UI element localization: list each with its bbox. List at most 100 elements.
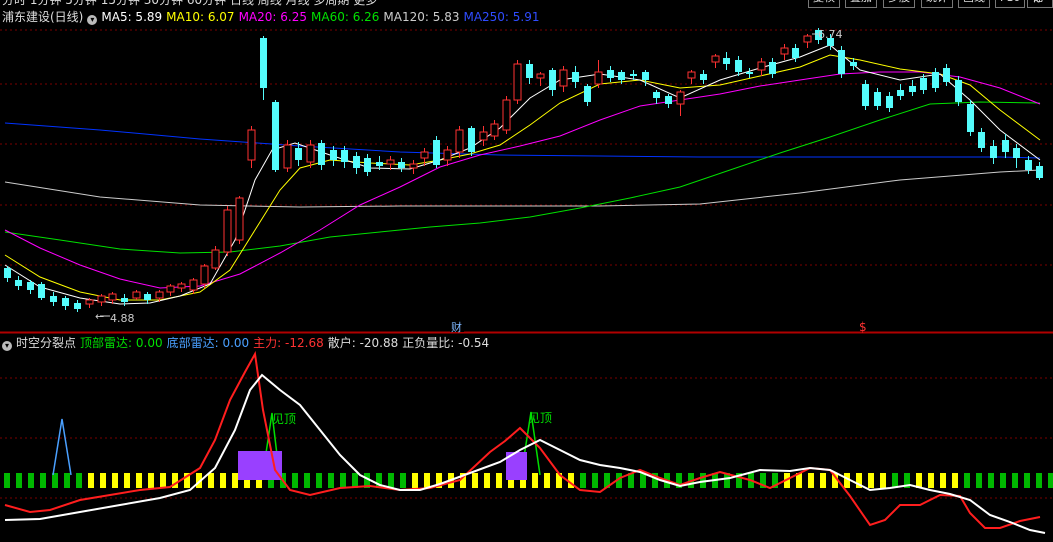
candle-body [642, 72, 649, 80]
candle-body [838, 50, 845, 74]
signal-bar [76, 473, 82, 488]
candle-body [306, 144, 315, 163]
ma60-line [4, 101, 1041, 254]
candle-body [4, 268, 11, 278]
candle-body [653, 92, 660, 98]
candle-body [38, 284, 45, 298]
grid-lines [0, 29, 1053, 499]
signal-bar [208, 473, 214, 488]
candle-body [676, 91, 685, 105]
candle-body [200, 265, 209, 285]
candle-body [862, 84, 869, 106]
signal-bar [940, 473, 946, 488]
ma10-line [4, 54, 1041, 301]
signal-bar [964, 473, 970, 488]
candle-body [711, 55, 720, 63]
candle-body [584, 86, 591, 102]
candle-body [409, 163, 418, 169]
signal-bar [928, 473, 934, 488]
ma120-line [4, 169, 1041, 208]
signal-bar [292, 473, 298, 488]
candle-body [479, 131, 488, 141]
signal-bar [100, 473, 106, 488]
candle-body [665, 96, 672, 104]
candle-body [247, 129, 256, 161]
signal-bar [220, 473, 226, 488]
signal-bar [88, 473, 94, 488]
candle-body [235, 197, 244, 241]
candle-body [572, 72, 579, 82]
candle-body [272, 102, 279, 170]
signal-bar [352, 473, 358, 488]
candle-body [1002, 140, 1009, 152]
candle-body [27, 282, 34, 290]
candle-body [50, 296, 57, 302]
signal-bar [232, 473, 238, 488]
low-arrow: ← [95, 310, 104, 323]
signal-bar [340, 473, 346, 488]
candle-body [909, 86, 916, 92]
signal-bar [1048, 473, 1053, 488]
candle-body [283, 144, 292, 169]
candlesticks [4, 28, 1043, 312]
signal-bar [304, 473, 310, 488]
signal-bar [544, 473, 550, 488]
signal-bar [1036, 473, 1042, 488]
signal-bar [52, 473, 58, 488]
signal-bar [328, 473, 334, 488]
candle-body [318, 143, 325, 165]
candle-body [1013, 148, 1020, 158]
candle-body [874, 92, 881, 106]
candle-body [513, 63, 522, 101]
signal-bar [160, 473, 166, 488]
candle-body [398, 162, 405, 168]
candle-body [121, 298, 128, 302]
signal-bar [16, 473, 22, 488]
signal-bar [592, 473, 598, 488]
signal-bar [892, 473, 898, 488]
signal-bar [28, 473, 34, 488]
signal-bar [880, 473, 886, 488]
main-force-line [4, 350, 1041, 529]
candle-body [769, 62, 776, 74]
ma250-line [4, 122, 1041, 159]
signal-bar [484, 473, 490, 488]
candle-body [502, 99, 511, 131]
chart-canvas[interactable]: 6.74 ← 4.88 财 $ 见顶 见顶 [0, 0, 1053, 542]
candle-body [920, 78, 927, 90]
candle-body [166, 285, 175, 293]
candle-body [746, 72, 753, 74]
signal-bar [424, 473, 430, 488]
signal-bar [136, 473, 142, 488]
candle-body [189, 279, 198, 291]
candle-body [132, 291, 141, 299]
candle-body [536, 73, 545, 79]
signal-bar [532, 473, 538, 488]
signal-bar [580, 473, 586, 488]
candle-body [932, 72, 939, 88]
candle-body [420, 151, 429, 159]
candle-body [723, 58, 730, 64]
candle-body [594, 71, 603, 85]
signal-bar [1024, 473, 1030, 488]
candle-body [330, 150, 337, 160]
candle-body [687, 71, 696, 79]
signal-bar [988, 473, 994, 488]
candle-body [468, 128, 475, 152]
signal-bar [472, 473, 478, 488]
purple-block-1 [238, 451, 282, 480]
candle-body [177, 283, 186, 289]
blue-spike [52, 418, 72, 476]
financial-report-marker: 财 [451, 320, 462, 334]
signal-bar [316, 473, 322, 488]
signal-bar [64, 473, 70, 488]
candle-body [955, 80, 962, 102]
candle-body [897, 90, 904, 96]
signal-bar [112, 473, 118, 488]
candle-body [62, 298, 69, 306]
candle-body [74, 303, 81, 309]
candle-body [376, 162, 383, 166]
candle-body [353, 156, 360, 168]
candle-body [559, 69, 568, 87]
candle-body [1036, 166, 1043, 178]
